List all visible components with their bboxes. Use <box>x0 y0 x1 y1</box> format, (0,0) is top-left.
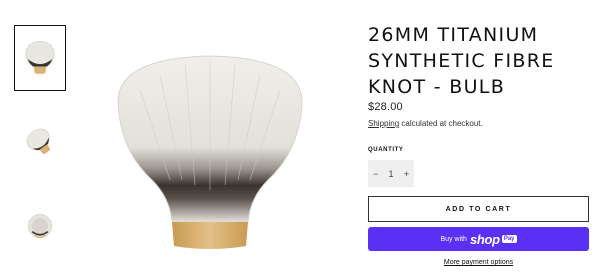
thumbnail-1[interactable] <box>14 25 66 91</box>
product-price: $28.00 <box>368 101 403 113</box>
buy-with-shop-pay-button[interactable]: Buy with shop Pay <box>368 227 589 251</box>
brush-knot-front-image <box>25 40 55 74</box>
buy-with-label: Buy with <box>440 235 467 243</box>
decrease-quantity-button[interactable]: − <box>373 169 378 179</box>
thumbnail-gallery <box>14 25 66 277</box>
product-main-image <box>117 55 303 249</box>
pay-badge: Pay <box>501 235 517 243</box>
increase-quantity-button[interactable]: + <box>404 169 409 179</box>
add-to-cart-button[interactable]: ADD TO CART <box>368 196 589 222</box>
quantity-stepper: − 1 + <box>368 160 414 187</box>
thumbnail-2[interactable] <box>14 109 66 175</box>
shop-logo: shop <box>469 231 500 247</box>
shipping-link[interactable]: Shipping <box>368 119 399 128</box>
brush-knot-side-image <box>26 128 51 155</box>
brush-knot-top-image <box>27 213 53 239</box>
quantity-label: QUANTITY <box>368 147 404 153</box>
shipping-note: Shipping calculated at checkout. <box>368 119 483 128</box>
shipping-note-text: calculated at checkout. <box>399 119 483 128</box>
product-title: 26MM TITANIUM SYNTHETIC FIBRE KNOT - BUL… <box>368 24 555 98</box>
thumbnail-3[interactable] <box>14 193 66 259</box>
more-payment-options-link[interactable]: More payment options <box>368 259 589 266</box>
quantity-input[interactable]: 1 <box>388 169 393 179</box>
